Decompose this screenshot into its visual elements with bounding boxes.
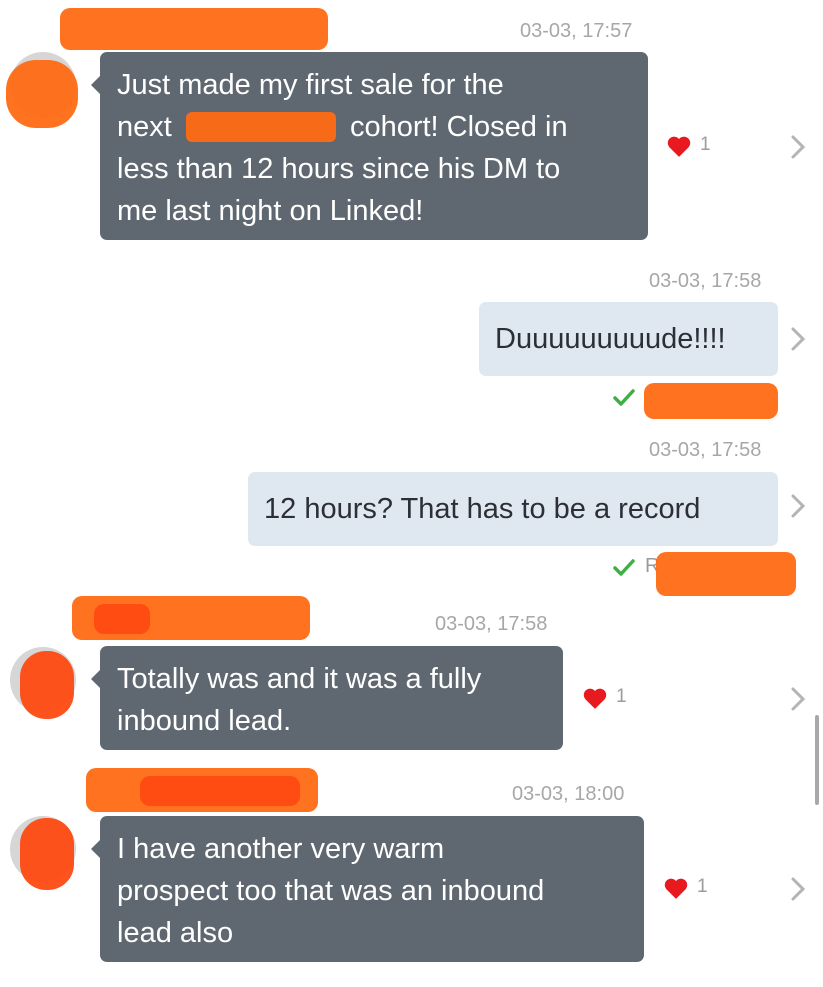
incoming-message-bubble[interactable]: I have another very warm prospect too th… (91, 816, 644, 962)
message-timestamp: 03-03, 18:00 (512, 783, 625, 805)
redacted-avatar (6, 60, 78, 128)
message-line: next cohort! Closed in (117, 111, 568, 143)
avatar[interactable] (10, 647, 76, 719)
reaction-count: 1 (697, 876, 708, 897)
redacted-read-status (656, 552, 796, 596)
heart-icon[interactable] (582, 686, 608, 710)
redacted-avatar (20, 818, 74, 890)
message-line: Just made my first sale for the (117, 69, 504, 101)
checkmark-icon (613, 559, 635, 576)
scrollbar[interactable] (815, 715, 819, 805)
chevron-right-icon[interactable] (789, 493, 807, 519)
chevron-right-icon[interactable] (789, 326, 807, 352)
avatar[interactable] (10, 816, 76, 890)
reaction-count: 1 (700, 134, 711, 155)
outgoing-message-bubble[interactable]: 12 hours? That has to be a record (248, 472, 778, 546)
outgoing-message-bubble[interactable]: Duuuuuuuuude!!!! (479, 302, 778, 376)
message-text: 12 hours? That has to be a record (264, 493, 701, 525)
message-line: prospect too that was an inbound (117, 875, 545, 907)
message-timestamp: 03-03, 17:58 (435, 613, 548, 635)
incoming-message-bubble[interactable]: Just made my first sale for the next coh… (91, 52, 648, 240)
message-timestamp: 03-03, 17:57 (520, 20, 633, 42)
chevron-right-icon[interactable] (789, 876, 807, 902)
message-line: me last night on Linked! (117, 195, 424, 227)
message-line: Totally was and it was a fully (117, 663, 482, 695)
redacted-sender-name (94, 604, 150, 634)
redacted-sender-name (60, 8, 328, 50)
message-line: inbound lead. (117, 705, 292, 737)
chevron-right-icon[interactable] (789, 686, 807, 712)
redacted-sender-name (140, 776, 300, 806)
redacted-cohort-name (185, 112, 336, 142)
message-text: Duuuuuuuuude!!!! (495, 323, 726, 355)
message-line: I have another very warm (117, 833, 445, 865)
message-timestamp: 03-03, 17:58 (649, 270, 762, 292)
avatar[interactable] (6, 52, 78, 128)
message-line: lead also (117, 917, 234, 949)
checkmark-icon (613, 389, 635, 406)
message-line: less than 12 hours since his DM to (117, 153, 561, 185)
heart-icon[interactable] (666, 134, 692, 158)
chevron-right-icon[interactable] (789, 134, 807, 160)
redacted-avatar (20, 651, 74, 719)
heart-icon[interactable] (663, 876, 689, 900)
reaction-count: 1 (616, 686, 627, 707)
redacted-read-status (644, 383, 778, 419)
message-timestamp: 03-03, 17:58 (649, 439, 762, 461)
incoming-message-bubble[interactable]: Totally was and it was a fully inbound l… (91, 646, 563, 750)
